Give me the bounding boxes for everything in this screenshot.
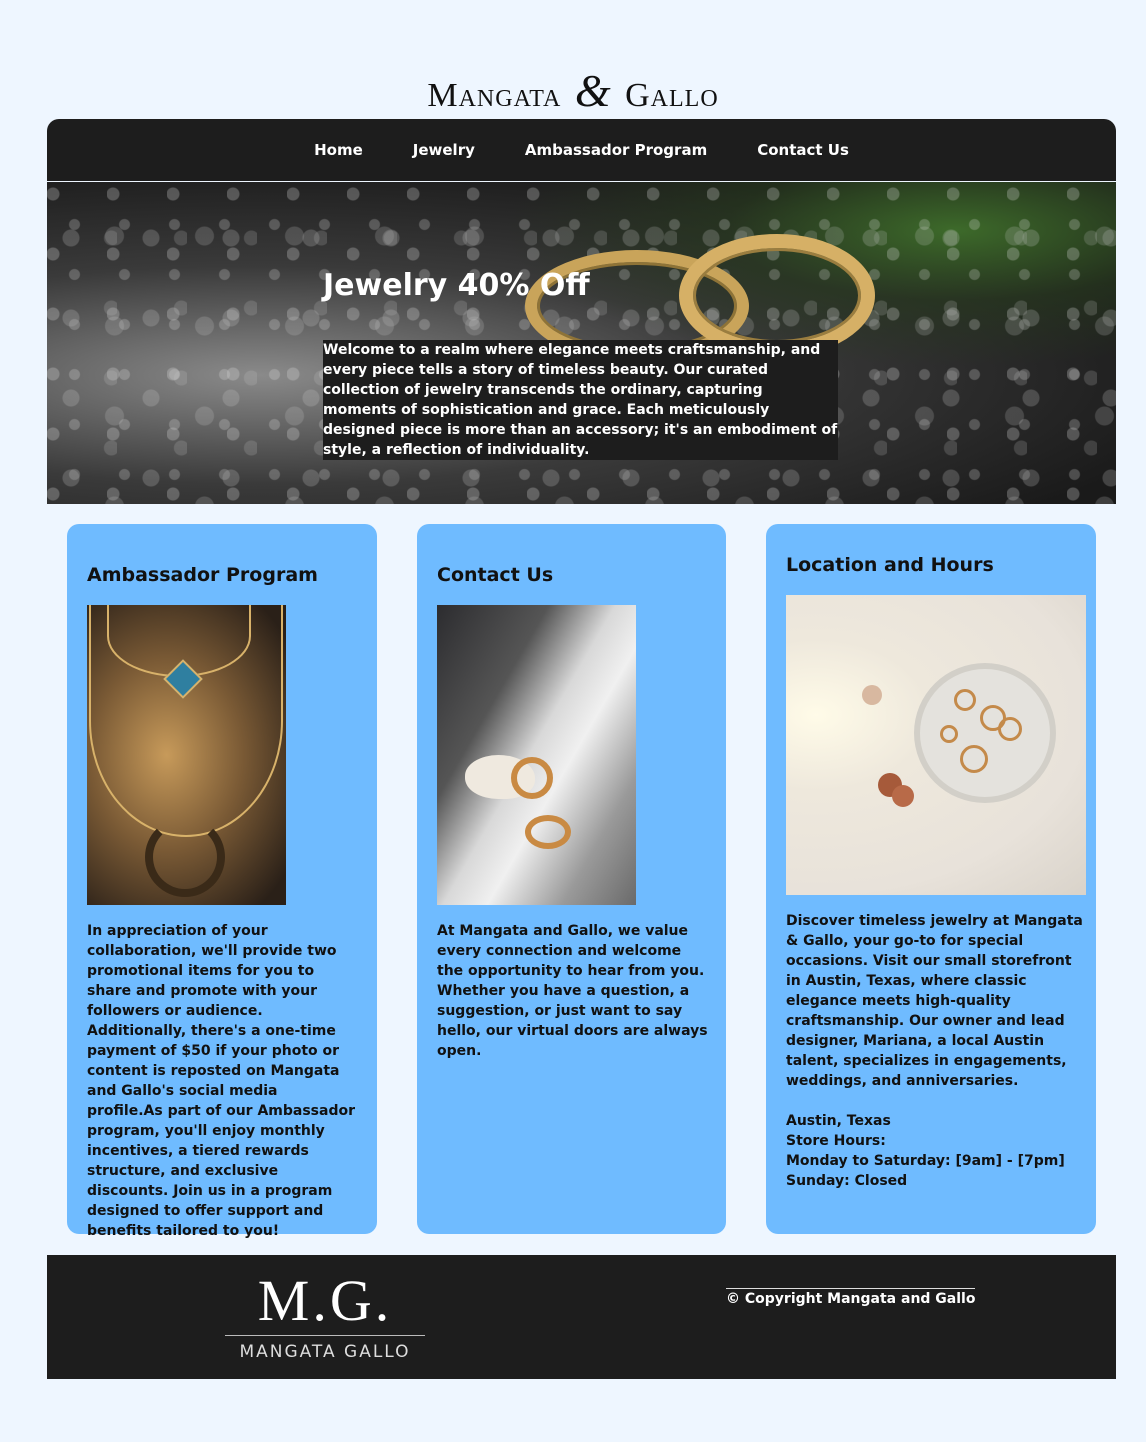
crescent-pendant bbox=[145, 817, 225, 897]
ring-shape bbox=[998, 717, 1022, 741]
necklace-photo bbox=[87, 605, 286, 905]
logo-word-left: Mangata bbox=[427, 77, 562, 114]
footer-logo[interactable]: M.G. MANGATA GALLO bbox=[225, 1269, 425, 1362]
coin-shape bbox=[892, 785, 914, 807]
card-ambassador-program: Ambassador Program In appreciation of yo… bbox=[67, 524, 377, 1239]
logo-ampersand: & bbox=[574, 65, 612, 116]
ring-shape bbox=[954, 689, 976, 711]
coin-shape bbox=[862, 685, 882, 705]
card-title: Contact Us bbox=[437, 564, 554, 586]
nav-ambassador-program[interactable]: Ambassador Program bbox=[525, 141, 707, 159]
dish-photo bbox=[786, 595, 1086, 895]
card-text: Discover timeless jewelry at Mangata & G… bbox=[786, 913, 1083, 1189]
ring-shape bbox=[960, 745, 988, 773]
hero-blurb: Welcome to a realm where elegance meets … bbox=[323, 340, 838, 460]
footer-logo-monogram: M.G. bbox=[257, 1268, 393, 1333]
card-contact-us: Contact Us At Mangata and Gallo, we valu… bbox=[417, 524, 726, 1234]
hero-heading: Jewelry 40% Off bbox=[323, 268, 590, 303]
site-logo[interactable]: Mangata & Gallo bbox=[0, 66, 1146, 121]
hero-banner: Jewelry 40% Off Welcome to a realm where… bbox=[47, 182, 1116, 504]
logo-word-right: Gallo bbox=[625, 77, 719, 114]
copyright-text: © Copyright Mangata and Gallo bbox=[726, 1288, 976, 1307]
nav-jewelry[interactable]: Jewelry bbox=[413, 141, 475, 159]
footer-logo-divider bbox=[225, 1335, 425, 1336]
jewelry-dish bbox=[914, 663, 1056, 803]
footer-logo-wordmark: MANGATA GALLO bbox=[239, 1342, 411, 1362]
card-title: Ambassador Program bbox=[87, 564, 318, 586]
card-text: In appreciation of your collaboration, w… bbox=[87, 923, 356, 1239]
card-text: At Mangata and Gallo, we value every con… bbox=[437, 923, 708, 1059]
card-location-hours: Location and Hours Discover timeless jew… bbox=[766, 524, 1096, 1234]
ring-shape bbox=[940, 725, 958, 743]
earrings-photo bbox=[437, 605, 636, 905]
earring-shape bbox=[511, 757, 553, 799]
card-title: Location and Hours bbox=[786, 554, 994, 576]
nav-contact-us[interactable]: Contact Us bbox=[757, 141, 849, 159]
gold-ring-image bbox=[679, 234, 875, 357]
nav-home[interactable]: Home bbox=[314, 141, 363, 159]
main-nav: Home Jewelry Ambassador Program Contact … bbox=[47, 119, 1116, 181]
chain-shape bbox=[89, 605, 283, 837]
site-footer: M.G. MANGATA GALLO © Copyright Mangata a… bbox=[47, 1255, 1116, 1379]
earring-shape bbox=[525, 815, 571, 849]
